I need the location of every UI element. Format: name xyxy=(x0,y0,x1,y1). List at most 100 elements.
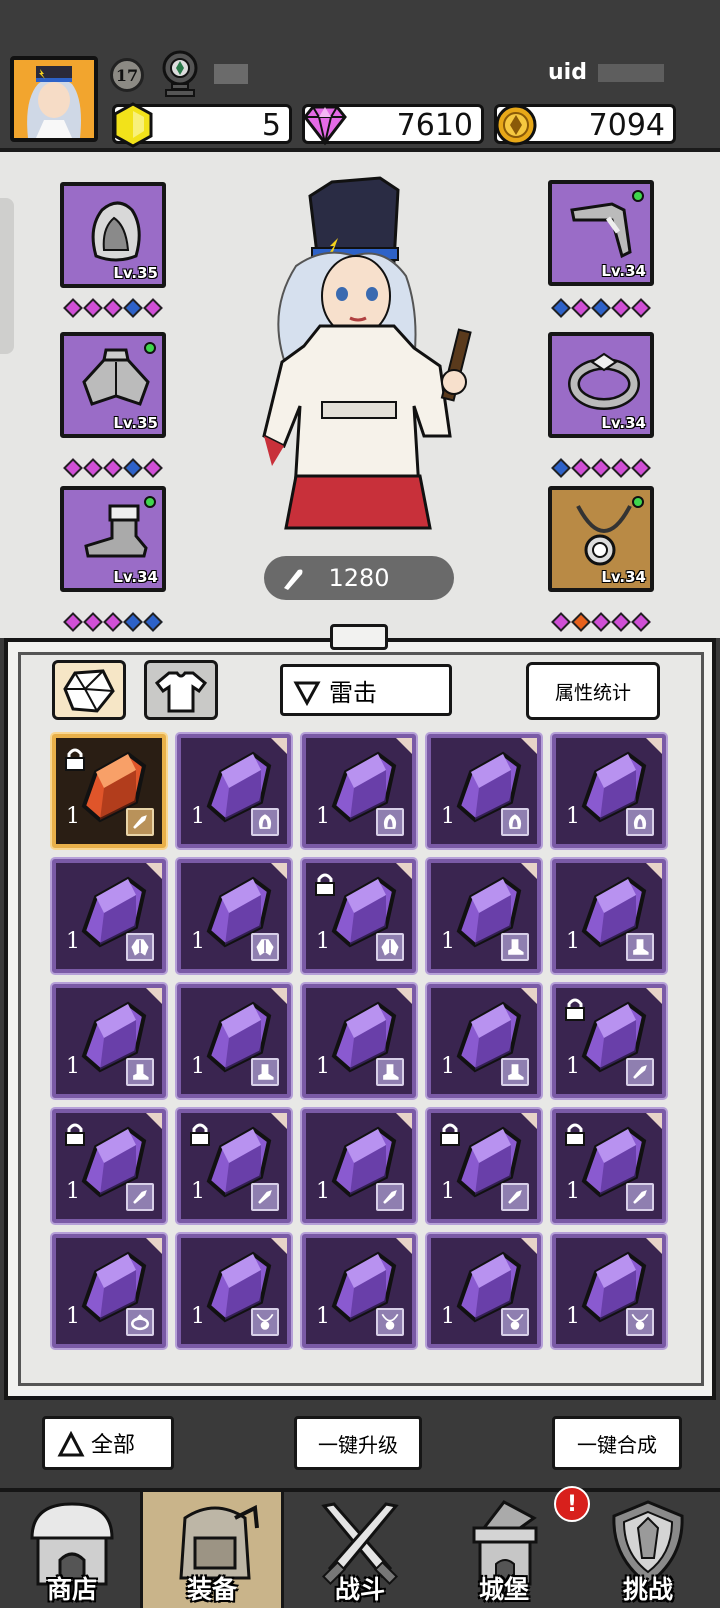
tab-equipment[interactable] xyxy=(144,660,218,720)
nav-equipment[interactable]: 装备 xyxy=(140,1492,284,1608)
gem-socket xyxy=(551,458,571,478)
inventory-item[interactable]: 1 xyxy=(552,734,666,848)
inventory-item[interactable]: 1 xyxy=(52,1109,166,1223)
equip-slot-ring[interactable]: Lv.34 xyxy=(548,332,654,438)
shirt-icon xyxy=(154,671,208,713)
upgrade-all-button[interactable]: 一键升级 xyxy=(294,1416,422,1470)
necklace-icon xyxy=(631,1313,649,1330)
slot-type-badge xyxy=(501,1058,529,1086)
weapon-icon xyxy=(633,1065,647,1079)
cloak-icon xyxy=(381,939,399,956)
inventory-item[interactable]: 1 xyxy=(427,1109,541,1223)
helmet-gem-row xyxy=(63,298,163,318)
slot-type-badge xyxy=(126,808,154,836)
player-name-redacted xyxy=(214,64,248,84)
inventory-item[interactable]: 1 xyxy=(177,984,291,1098)
side-drawer-handle[interactable] xyxy=(0,198,14,354)
gem-outline-icon xyxy=(63,669,115,713)
character-portrait[interactable] xyxy=(244,176,484,556)
gem-socket xyxy=(123,612,143,632)
equip-slot-armor[interactable]: Lv.35 xyxy=(60,332,166,438)
lock-icon xyxy=(315,873,335,896)
element-filter-dropdown[interactable]: 雷击 xyxy=(280,664,452,716)
equip-slot-weapon[interactable]: Lv.34 xyxy=(548,180,654,286)
nav-challenge[interactable]: 挑战 xyxy=(576,1492,720,1608)
item-count: 1 xyxy=(441,1054,455,1079)
equip-slot-boots[interactable]: Lv.34 xyxy=(60,486,166,592)
inventory-item[interactable]: 1 xyxy=(552,984,666,1098)
item-count: 1 xyxy=(316,1304,330,1329)
inventory-item[interactable]: 1 xyxy=(427,859,541,973)
inventory-item[interactable]: 1 xyxy=(552,1234,666,1348)
slot-type-badge xyxy=(501,1183,529,1211)
equip-slot-necklace[interactable]: Lv.34 xyxy=(548,486,654,592)
energy-value: 5 xyxy=(261,108,281,143)
inventory-item[interactable]: 1 xyxy=(302,734,416,848)
inventory-item[interactable]: 1 xyxy=(302,984,416,1098)
inventory-item[interactable]: 1 xyxy=(177,859,291,973)
gem-socket xyxy=(571,458,591,478)
tab-gems[interactable] xyxy=(52,660,126,720)
gem-socket xyxy=(83,298,103,318)
filter-label: 雷击 xyxy=(329,678,377,707)
cloak-icon xyxy=(256,939,274,956)
nav-label: 战斗 xyxy=(334,1575,385,1604)
triangle-up-icon xyxy=(57,1431,85,1457)
inventory-item[interactable]: 1 xyxy=(177,1109,291,1223)
gem-socket xyxy=(551,298,571,318)
gem-socket xyxy=(571,612,591,632)
nav-shop[interactable]: 商店 xyxy=(0,1492,144,1608)
inventory-item[interactable]: 1 xyxy=(427,984,541,1098)
merge-all-button[interactable]: 一键合成 xyxy=(552,1416,682,1470)
attribute-stats-button[interactable]: 属性统计 xyxy=(526,662,660,720)
inventory-item[interactable]: 1 xyxy=(52,1234,166,1348)
sort-all-button[interactable]: 全部 xyxy=(42,1416,174,1470)
gem-socket xyxy=(103,458,123,478)
nav-label: 装备 xyxy=(186,1575,237,1604)
gem-socket xyxy=(611,458,631,478)
slot-level: Lv.34 xyxy=(601,414,646,432)
triangle-down-icon xyxy=(293,681,321,707)
item-count: 1 xyxy=(566,804,580,829)
item-count: 1 xyxy=(316,929,330,954)
ring-icon xyxy=(131,1314,149,1331)
inventory-item[interactable]: 1 xyxy=(177,734,291,848)
inventory-item[interactable]: 1 xyxy=(302,1234,416,1348)
trophy-icon[interactable] xyxy=(158,50,202,98)
inventory-item[interactable]: 1 xyxy=(427,734,541,848)
player-avatar[interactable] xyxy=(10,56,98,142)
boot-icon xyxy=(508,1064,524,1080)
player-level-badge: 17 xyxy=(110,58,144,92)
equip-slot-helmet[interactable]: Lv.35 xyxy=(60,182,166,288)
gold-value: 7094 xyxy=(588,108,665,143)
gem-socket xyxy=(631,612,651,632)
lock-icon xyxy=(440,1123,460,1146)
inventory-item[interactable]: 1 xyxy=(302,1109,416,1223)
inventory-item[interactable]: 1 xyxy=(427,1234,541,1348)
gem-socket xyxy=(611,612,631,632)
inventory-item[interactable]: 1 xyxy=(52,734,166,848)
weapon-icon xyxy=(508,1190,522,1204)
item-count: 1 xyxy=(191,1304,205,1329)
inventory-item[interactable]: 1 xyxy=(552,859,666,973)
inventory-item[interactable]: 1 xyxy=(552,1109,666,1223)
item-count: 1 xyxy=(441,1304,455,1329)
gem-socket xyxy=(571,298,591,318)
currency-energy[interactable]: 5 xyxy=(112,102,292,148)
currency-diamond[interactable]: 7610 xyxy=(302,104,484,146)
sword-power-icon xyxy=(284,569,303,590)
lock-icon xyxy=(190,1123,210,1146)
inventory-item[interactable]: 1 xyxy=(302,859,416,973)
nav-battle[interactable]: 战斗 xyxy=(288,1492,432,1608)
nav-label: 商店 xyxy=(46,1575,97,1604)
hood-icon xyxy=(91,201,141,262)
boots-gem-row xyxy=(63,612,163,632)
gem-socket xyxy=(83,612,103,632)
currency-gold[interactable]: 7094 xyxy=(494,104,676,146)
item-count: 1 xyxy=(66,1179,80,1204)
slot-type-badge xyxy=(626,808,654,836)
inventory-item[interactable]: 1 xyxy=(52,984,166,1098)
inventory-item[interactable]: 1 xyxy=(177,1234,291,1348)
inventory-item[interactable]: 1 xyxy=(52,859,166,973)
gem-socket xyxy=(591,612,611,632)
